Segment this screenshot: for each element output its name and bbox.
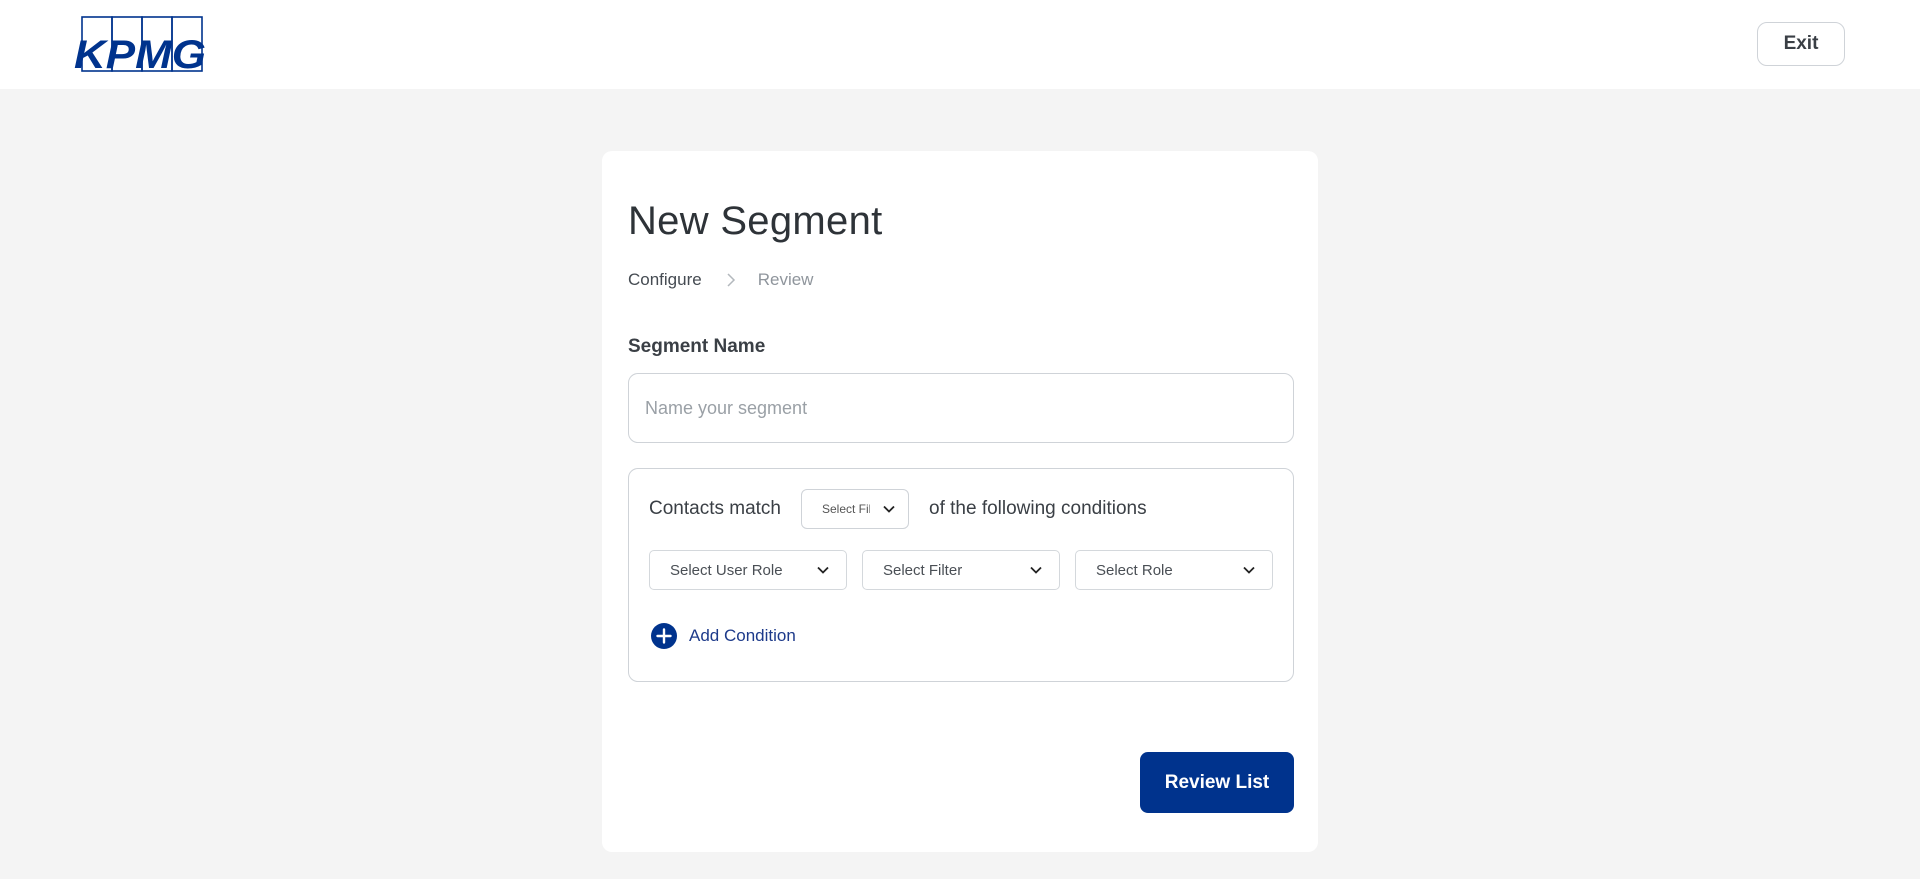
- match-prefix-text: Contacts match: [649, 498, 781, 519]
- top-bar: KPMG Exit: [0, 0, 1920, 89]
- segment-card: New Segment Configure Review Segment Nam…: [602, 151, 1318, 852]
- user-role-select-value: Select User Role: [670, 561, 783, 579]
- breadcrumb: Configure Review: [628, 270, 813, 290]
- kpmg-logo: KPMG: [74, 16, 206, 72]
- breadcrumb-configure[interactable]: Configure: [628, 270, 702, 290]
- plus-circle-icon: [651, 623, 677, 649]
- conditions-panel: Contacts match Select Filter of the foll…: [628, 468, 1294, 682]
- filter-select[interactable]: Select Filter: [862, 550, 1060, 590]
- segment-name-input[interactable]: [628, 373, 1294, 443]
- match-type-select[interactable]: Select Filter: [801, 489, 909, 529]
- match-type-select-value: Select Filter: [822, 502, 870, 516]
- svg-text:KPMG: KPMG: [74, 33, 206, 72]
- review-list-button[interactable]: Review List: [1140, 752, 1294, 813]
- chevron-down-icon: [1242, 563, 1256, 577]
- segment-name-label: Segment Name: [628, 336, 766, 357]
- page-title: New Segment: [628, 199, 883, 243]
- filter-select-value: Select Filter: [883, 561, 963, 579]
- match-row: Contacts match Select Filter of the foll…: [649, 489, 1147, 529]
- match-suffix-text: of the following conditions: [929, 498, 1147, 519]
- condition-filters: Select User Role Select Filter Select Ro…: [649, 550, 1273, 590]
- chevron-down-icon: [1029, 563, 1043, 577]
- exit-button[interactable]: Exit: [1757, 22, 1845, 66]
- user-role-select[interactable]: Select User Role: [649, 550, 847, 590]
- chevron-down-icon: [882, 502, 896, 516]
- chevron-right-icon: [724, 273, 738, 287]
- role-select-value: Select Role: [1096, 561, 1173, 579]
- add-condition-button[interactable]: Add Condition: [651, 623, 796, 649]
- breadcrumb-review[interactable]: Review: [758, 270, 814, 290]
- chevron-down-icon: [816, 563, 830, 577]
- role-select[interactable]: Select Role: [1075, 550, 1273, 590]
- add-condition-label: Add Condition: [689, 626, 796, 645]
